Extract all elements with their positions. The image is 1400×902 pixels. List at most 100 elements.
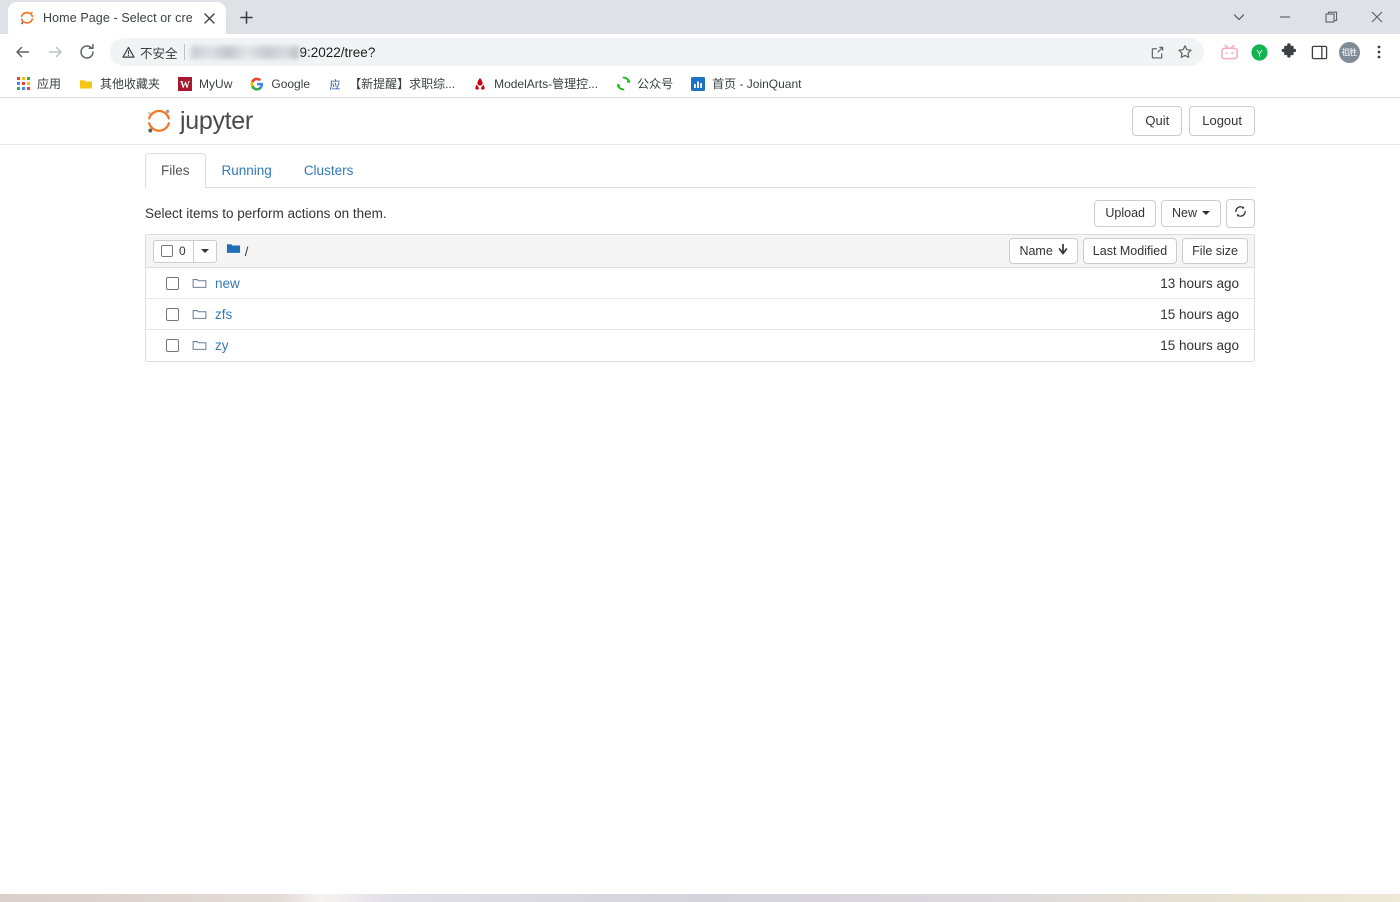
bookmark-label: 应用 (37, 77, 62, 91)
profile-avatar[interactable]: 祖胜 (1336, 39, 1362, 65)
bookmark-job-forum[interactable]: 应 【新提醒】求职综... (320, 72, 462, 95)
jupyter-tab-bar: Files Running Clusters (145, 153, 1255, 188)
chrome-menu-icon[interactable] (1366, 39, 1392, 65)
bookmark-wechat-official[interactable]: 公众号 (608, 72, 680, 95)
redacted-host (190, 45, 299, 59)
breadcrumb: / (226, 241, 249, 261)
bookmark-apps[interactable]: 应用 (8, 72, 68, 95)
baidu-icon: 应 (327, 76, 343, 92)
select-all-checkbox[interactable] (161, 245, 173, 257)
maximize-icon[interactable] (1308, 0, 1354, 34)
share-icon[interactable] (1144, 39, 1170, 65)
quit-button[interactable]: Quit (1132, 106, 1183, 136)
bookmark-label: 首页 - JoinQuant (712, 77, 802, 91)
bookmark-modelarts[interactable]: ModelArts-管理控... (465, 72, 605, 95)
file-name-link[interactable]: zy (215, 338, 229, 353)
jupyter-header: jupyter Quit Logout (0, 98, 1400, 145)
row-checkbox[interactable] (166, 276, 179, 290)
bookmark-myuw[interactable]: W MyUw (170, 73, 239, 95)
forward-button[interactable] (40, 37, 70, 67)
extensions-puzzle-icon[interactable] (1276, 39, 1302, 65)
table-row[interactable]: zfs 15 hours ago (146, 299, 1254, 330)
file-list-header: 0 / Name Last Modified File size (146, 235, 1254, 268)
sort-last-modified-button[interactable]: Last Modified (1082, 237, 1178, 265)
select-all-button[interactable]: 0 (153, 239, 193, 263)
table-row[interactable]: new 13 hours ago (146, 268, 1254, 299)
star-icon[interactable] (1172, 39, 1198, 65)
refresh-button[interactable] (1226, 198, 1255, 228)
folder-icon (192, 307, 207, 322)
bookmark-label: 公众号 (637, 77, 674, 91)
close-icon[interactable] (1354, 0, 1400, 34)
tab-clusters[interactable]: Clusters (288, 153, 370, 188)
youdao-extension-icon[interactable]: Y (1246, 39, 1272, 65)
svg-text:W: W (180, 80, 190, 91)
file-list: 0 / Name Last Modified File size new 13 … (145, 234, 1255, 362)
side-panel-icon[interactable] (1306, 39, 1332, 65)
url-suffix: 9:2022/tree? (299, 44, 376, 60)
tab-running[interactable]: Running (206, 153, 288, 188)
new-dropdown-button[interactable]: New (1160, 199, 1221, 227)
back-button[interactable] (8, 37, 38, 67)
tab-title: Home Page - Select or create (43, 11, 192, 25)
refresh-icon (1234, 205, 1247, 222)
reload-button[interactable] (72, 37, 102, 67)
file-name-link[interactable]: new (215, 276, 240, 291)
huawei-icon (472, 76, 488, 92)
sort-name-button[interactable]: Name (1009, 237, 1078, 265)
selected-count: 0 (179, 244, 186, 258)
new-label: New (1171, 205, 1197, 220)
svg-text:Y: Y (1256, 48, 1263, 59)
breadcrumb-root[interactable]: / (245, 244, 249, 259)
actions-note: Select items to perform actions on them. (145, 205, 387, 221)
bookmark-label: 【新提醒】求职综... (349, 77, 456, 91)
browser-toolbar: 不安全 9:2022/tree? Y 祖胜 (0, 34, 1400, 70)
bookmark-joinquant[interactable]: 首页 - JoinQuant (683, 72, 808, 95)
tab-search-icon[interactable] (1216, 0, 1262, 34)
selection-dropdown-button[interactable] (192, 239, 217, 263)
bookmark-other-favorites[interactable]: 其他收藏夹 (71, 72, 167, 95)
select-all-group: 0 (153, 239, 217, 263)
sort-name-label: Name (1019, 243, 1053, 258)
bookmarks-bar: 应用 其他收藏夹 W MyUw Google 应 【新提醒】求职综... Mod… (0, 70, 1400, 98)
bookmark-label: Google (271, 76, 311, 91)
sort-file-size-button[interactable]: File size (1182, 237, 1248, 265)
window-controls (1216, 0, 1400, 34)
tab-close-icon[interactable] (200, 9, 218, 27)
chevron-down-icon (200, 249, 209, 253)
file-modified: 15 hours ago (1160, 306, 1239, 322)
minimize-icon[interactable] (1262, 0, 1308, 34)
jupyter-logo[interactable]: jupyter (145, 107, 253, 136)
file-name-link[interactable]: zfs (215, 307, 232, 322)
w-icon: W (177, 76, 193, 92)
jupyter-main: Files Running Clusters Select items to p… (145, 145, 1255, 362)
upload-button[interactable]: Upload (1094, 199, 1156, 227)
security-warning[interactable]: 不安全 (122, 43, 178, 62)
sort-controls: Name Last Modified File size (1009, 237, 1248, 265)
warning-triangle-icon (122, 46, 135, 58)
jupyter-favicon-icon (19, 10, 35, 26)
omnibox-actions (1144, 39, 1198, 65)
browser-window: Home Page - Select or create (0, 0, 1400, 902)
folder-icon (192, 276, 207, 291)
bookmark-google[interactable]: Google (242, 73, 317, 95)
file-toolbar: Upload New (1094, 198, 1255, 228)
omnibox-divider (183, 44, 185, 60)
tab-files[interactable]: Files (145, 153, 206, 188)
folder-icon (192, 338, 207, 353)
table-row[interactable]: zy 15 hours ago (146, 330, 1254, 361)
extension-icons: Y 祖胜 (1212, 39, 1392, 65)
bilibili-extension-icon[interactable] (1216, 39, 1242, 65)
address-bar[interactable]: 不安全 9:2022/tree? (110, 38, 1204, 66)
bookmark-label: MyUw (199, 76, 233, 91)
file-modified: 13 hours ago (1160, 275, 1239, 291)
logout-button[interactable]: Logout (1189, 106, 1255, 136)
new-tab-button[interactable] (232, 3, 260, 31)
google-icon (249, 76, 265, 92)
browser-tab[interactable]: Home Page - Select or create (8, 2, 226, 34)
row-checkbox[interactable] (166, 339, 179, 352)
row-checkbox[interactable] (166, 307, 179, 321)
jupyter-header-actions: Quit Logout (1132, 106, 1255, 136)
wechat-icon (615, 76, 631, 92)
sort-arrow-down-icon (1058, 243, 1068, 259)
